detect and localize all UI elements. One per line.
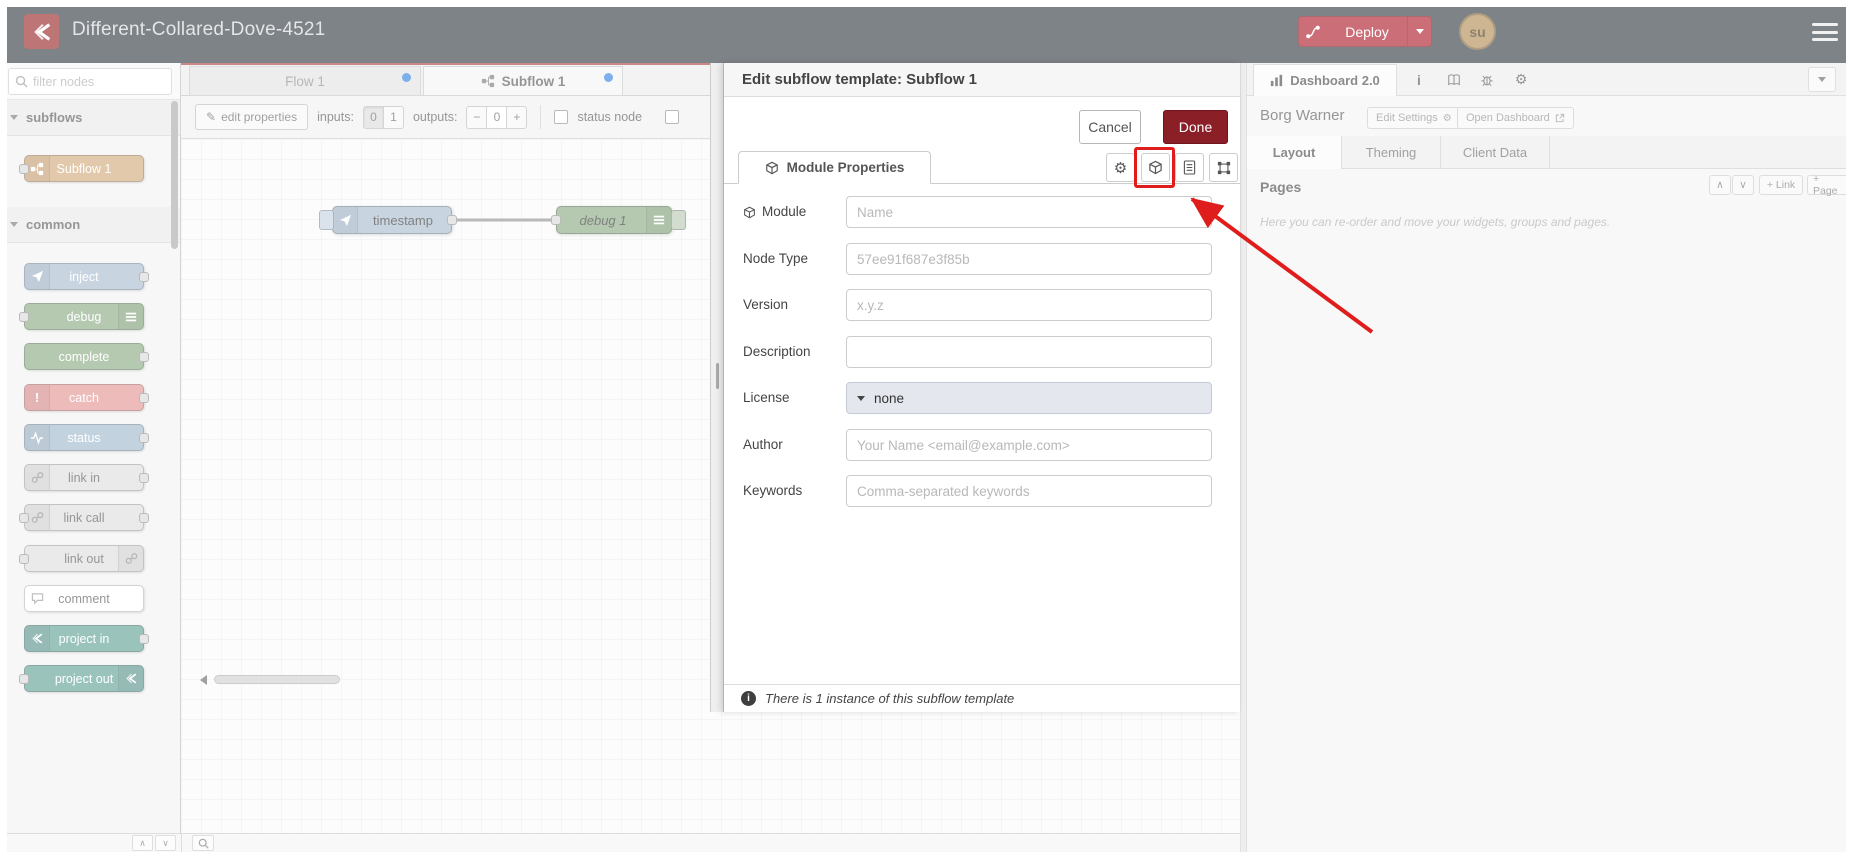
file-text-icon [1183, 160, 1196, 175]
description-label: Description [743, 344, 811, 359]
tray-title: Edit subflow template: Subflow 1 [742, 71, 978, 88]
field-row-node-type: Node Type [724, 243, 1240, 275]
module-label: Module [743, 196, 843, 228]
window-frame [1846, 0, 1854, 852]
tray-footer: i There is 1 instance of this subflow te… [724, 684, 1240, 712]
properties-tab-button[interactable]: ⚙ [1106, 153, 1135, 182]
modal-shade [0, 63, 710, 852]
tray-header: Edit subflow template: Subflow 1 [724, 63, 1240, 97]
modal-shade [1240, 63, 1854, 852]
modal-shade [0, 0, 1854, 63]
license-value: none [874, 390, 905, 406]
author-input[interactable] [846, 429, 1212, 461]
version-input[interactable] [846, 289, 1212, 321]
info-icon: i [741, 691, 756, 706]
description-tab-button[interactable] [1175, 153, 1204, 182]
window-frame [0, 0, 7, 852]
vector-square-icon [1217, 161, 1230, 174]
tray-grip-icon [716, 363, 719, 389]
node-type-label: Node Type [743, 251, 809, 266]
appearance-tab-button[interactable] [1209, 153, 1238, 182]
chevron-down-icon [857, 395, 865, 401]
window-frame [0, 0, 1854, 7]
modal-shade [710, 712, 1240, 852]
field-row-version: Version [724, 289, 1240, 321]
keywords-input[interactable] [846, 475, 1212, 507]
author-label: Author [743, 437, 783, 452]
cube-icon [765, 161, 778, 174]
instance-count-message: There is 1 instance of this subflow temp… [765, 691, 1015, 706]
license-select[interactable]: none [846, 382, 1212, 414]
cube-icon [744, 206, 755, 218]
node-type-input[interactable] [846, 243, 1212, 275]
annotation-highlight-box [1134, 147, 1175, 188]
node-red-app: Different-Collared-Dove-4521 Deploy su s… [0, 0, 1854, 852]
tab-module-properties[interactable]: Module Properties [738, 151, 931, 184]
cancel-button[interactable]: Cancel [1079, 110, 1141, 144]
field-row-keywords: Keywords [724, 475, 1240, 507]
gear-icon: ⚙ [1113, 158, 1128, 177]
license-label: License [743, 390, 790, 405]
field-row-description: Description [724, 336, 1240, 368]
description-input[interactable] [846, 336, 1212, 368]
done-button[interactable]: Done [1163, 110, 1228, 144]
version-label: Version [743, 297, 789, 312]
tab-label: Module Properties [786, 160, 905, 175]
field-row-author: Author [724, 429, 1240, 461]
field-row-module: Module [724, 196, 1240, 228]
tray-resize-handle[interactable] [710, 63, 723, 712]
module-input[interactable] [846, 196, 1212, 228]
field-row-license: License none [724, 382, 1240, 414]
keywords-label: Keywords [743, 483, 803, 498]
